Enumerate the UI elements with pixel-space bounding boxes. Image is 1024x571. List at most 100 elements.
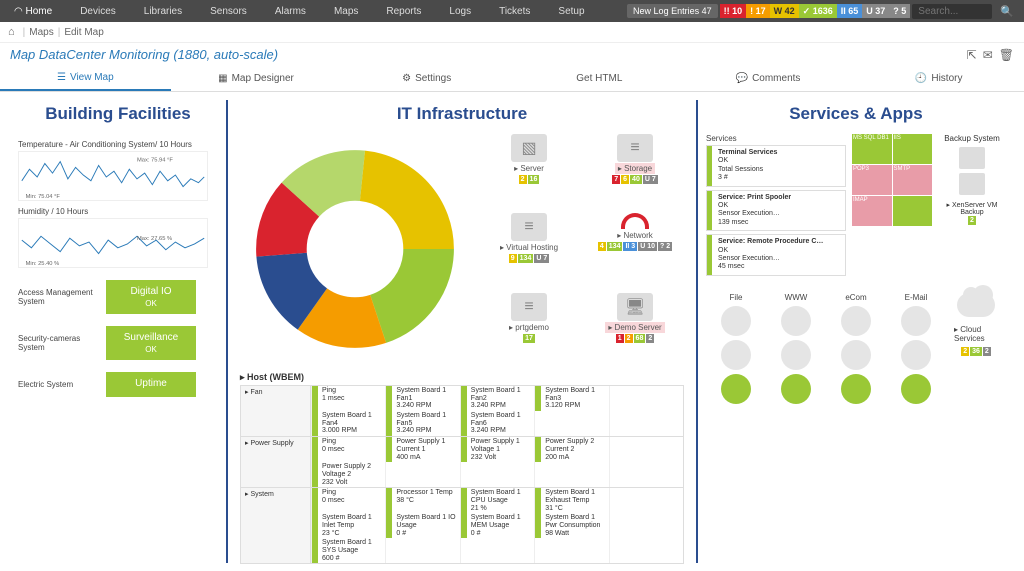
wbem-cell[interactable] bbox=[609, 538, 683, 563]
traffic-www[interactable]: WWW bbox=[774, 293, 818, 404]
wbem-cell[interactable] bbox=[609, 488, 683, 513]
wbem-cell[interactable]: System Board 1 Fan33.120 RPM bbox=[534, 386, 608, 411]
wbem-cell[interactable]: System Board 1 IO Usage0 # bbox=[385, 513, 459, 538]
wbem-cell[interactable] bbox=[609, 411, 683, 436]
cloud-services[interactable]: ▸ Cloud Services2362 bbox=[954, 293, 998, 404]
nav-maps[interactable]: Maps bbox=[320, 0, 372, 22]
wbem-cell[interactable] bbox=[609, 462, 683, 487]
wbem-cell[interactable] bbox=[460, 538, 534, 563]
status-box[interactable]: ✓ 1636 bbox=[799, 4, 837, 18]
light-off bbox=[721, 306, 751, 336]
wbem-cell[interactable] bbox=[609, 386, 683, 411]
light-off bbox=[901, 340, 931, 370]
heatmap-cell[interactable]: IIS bbox=[893, 134, 933, 164]
nav-home[interactable]: ◠ Home bbox=[0, 0, 66, 22]
traffic-file[interactable]: File bbox=[714, 293, 758, 404]
facility-badge[interactable]: Digital IOOK bbox=[106, 280, 196, 314]
breadcrumb: ⌂ | Maps | Edit Map bbox=[0, 22, 1024, 43]
infra-donut-chart[interactable] bbox=[240, 134, 470, 364]
nav-alarms[interactable]: Alarms bbox=[261, 0, 320, 22]
wbem-cell[interactable]: System Board 1 MEM Usage0 # bbox=[460, 513, 534, 538]
facility-badge[interactable]: Uptime bbox=[106, 372, 196, 397]
infra-cell-server[interactable]: ▧▸ Server216 bbox=[480, 134, 578, 205]
nav-libraries[interactable]: Libraries bbox=[130, 0, 196, 22]
crumb-2[interactable]: Edit Map bbox=[64, 27, 103, 38]
delete-icon[interactable]: 🗑 bbox=[999, 48, 1014, 62]
status-box[interactable]: ! 17 bbox=[746, 4, 770, 18]
mail-icon[interactable]: ✉ bbox=[983, 48, 993, 62]
heatmap-cell[interactable]: MS SQL DB1 bbox=[852, 134, 892, 164]
wbem-row: ▸ Power SupplyPing0 msecPower Supply 1 C… bbox=[240, 436, 684, 488]
tab-map-designer[interactable]: ▦ Map Designer bbox=[171, 66, 342, 91]
wbem-cell[interactable]: System Board 1 Fan43.000 RPM bbox=[311, 411, 385, 436]
nav-reports[interactable]: Reports bbox=[372, 0, 435, 22]
wbem-cell[interactable]: Ping0 msec bbox=[311, 488, 385, 513]
search-input[interactable] bbox=[912, 4, 992, 19]
traffic-e-mail[interactable]: E-Mail bbox=[894, 293, 938, 404]
tab-get-html[interactable]: Get HTML bbox=[512, 66, 683, 91]
status-box[interactable]: II 65 bbox=[837, 4, 863, 18]
wbem-cell[interactable]: Power Supply 2 Current 2200 mA bbox=[534, 437, 608, 462]
infra-cell-demo-server[interactable]: 🖥▸ Demo Server12682 bbox=[586, 293, 684, 364]
tab-settings[interactable]: ⚙ Settings bbox=[341, 66, 512, 91]
service-item[interactable]: Service: Print SpoolerOKSensor Execution… bbox=[706, 190, 846, 232]
infra-cell-prtgdemo[interactable]: ≡▸ prtgdemo17 bbox=[480, 293, 578, 364]
wbem-cell[interactable]: Ping1 msec bbox=[311, 386, 385, 411]
heatmap-cell[interactable]: POP3 bbox=[852, 165, 892, 195]
wbem-cell[interactable] bbox=[460, 462, 534, 487]
wbem-cell[interactable] bbox=[534, 538, 608, 563]
tab-view-map[interactable]: ☰ View Map bbox=[0, 66, 171, 91]
nav-tickets[interactable]: Tickets bbox=[485, 0, 544, 22]
wbem-cell[interactable]: System Board 1 Pwr Consumption98 Watt bbox=[534, 513, 608, 538]
facility-badge[interactable]: SurveillanceOK bbox=[106, 326, 196, 360]
wbem-cell[interactable]: System Board 1 Inlet Temp23 °C bbox=[311, 513, 385, 538]
export-icon[interactable]: ⇱ bbox=[967, 48, 977, 62]
wbem-cell[interactable]: System Board 1 CPU Usage21 % bbox=[460, 488, 534, 513]
traffic-ecom[interactable]: eCom bbox=[834, 293, 878, 404]
service-item[interactable]: Service: Remote Procedure C…OKSensor Exe… bbox=[706, 234, 846, 276]
wbem-cell[interactable]: System Board 1 SYS Usage600 # bbox=[311, 538, 385, 563]
wbem-cell[interactable]: Power Supply 2 Voltage 2232 Volt bbox=[311, 462, 385, 487]
wbem-cell[interactable]: System Board 1 Exhaust Temp31 °C bbox=[534, 488, 608, 513]
tab-comments[interactable]: 💬 Comments bbox=[683, 66, 854, 91]
humidity-chart[interactable]: Max: 27.65 % Min: 25.40 % bbox=[18, 218, 208, 268]
services-heatmap[interactable]: MS SQL DB1IISPOP3SMTPIMAP bbox=[852, 134, 932, 279]
wbem-cell[interactable]: System Board 1 Fan53.240 RPM bbox=[385, 411, 459, 436]
infra-cell-network[interactable]: ▸ Network4134II 3U 10? 2 bbox=[586, 213, 684, 284]
nav-devices[interactable]: Devices bbox=[66, 0, 130, 22]
wbem-cell[interactable]: Ping0 msec bbox=[311, 437, 385, 462]
new-log-pill[interactable]: New Log Entries 47 bbox=[627, 4, 718, 18]
heatmap-cell[interactable]: SMTP bbox=[893, 165, 933, 195]
wbem-cell[interactable] bbox=[609, 437, 683, 462]
light-on bbox=[901, 374, 931, 404]
search-icon[interactable]: 🔍 bbox=[994, 5, 1020, 18]
wbem-cell[interactable]: System Board 1 Fan63.240 RPM bbox=[460, 411, 534, 436]
infra-cell-storage[interactable]: ≡▸ Storage7640U 7 bbox=[586, 134, 684, 205]
temp-label: Temperature - Air Conditioning System/ 1… bbox=[18, 140, 218, 149]
wbem-cell[interactable]: System Board 1 Fan23.240 RPM bbox=[460, 386, 534, 411]
wbem-cell[interactable]: Power Supply 1 Current 1400 mA bbox=[385, 437, 459, 462]
temperature-chart[interactable]: Max: 75.94 °F Min: 75.04 °F bbox=[18, 151, 208, 201]
home-icon[interactable]: ⌂ bbox=[8, 26, 15, 38]
wbem-cell[interactable] bbox=[385, 538, 459, 563]
wbem-cell[interactable]: Power Supply 1 Voltage 1232 Volt bbox=[460, 437, 534, 462]
wbem-cell[interactable]: System Board 1 Fan13.240 RPM bbox=[385, 386, 459, 411]
wbem-cell[interactable] bbox=[609, 513, 683, 538]
infra-cell-virtual-hosting[interactable]: ≡▸ Virtual Hosting9134U 7 bbox=[480, 213, 578, 284]
nav-logs[interactable]: Logs bbox=[435, 0, 485, 22]
heatmap-cell[interactable]: IMAP bbox=[852, 196, 892, 226]
service-item[interactable]: Terminal ServicesOKTotal Sessions3 # bbox=[706, 145, 846, 187]
status-box[interactable]: W 42 bbox=[770, 4, 799, 18]
heatmap-cell[interactable] bbox=[893, 196, 933, 226]
tab-history[interactable]: 🕘 History bbox=[853, 66, 1024, 91]
nav-sensors[interactable]: Sensors bbox=[196, 0, 261, 22]
status-box[interactable]: !! 10 bbox=[720, 4, 747, 18]
status-box[interactable]: ? 5 bbox=[889, 4, 910, 18]
wbem-cell[interactable] bbox=[534, 411, 608, 436]
wbem-cell[interactable] bbox=[385, 462, 459, 487]
wbem-cell[interactable]: Processor 1 Temp38 °C bbox=[385, 488, 459, 513]
status-box[interactable]: U 37 bbox=[862, 4, 889, 18]
wbem-cell[interactable] bbox=[534, 462, 608, 487]
nav-setup[interactable]: Setup bbox=[544, 0, 598, 22]
crumb-1[interactable]: Maps bbox=[29, 27, 53, 38]
